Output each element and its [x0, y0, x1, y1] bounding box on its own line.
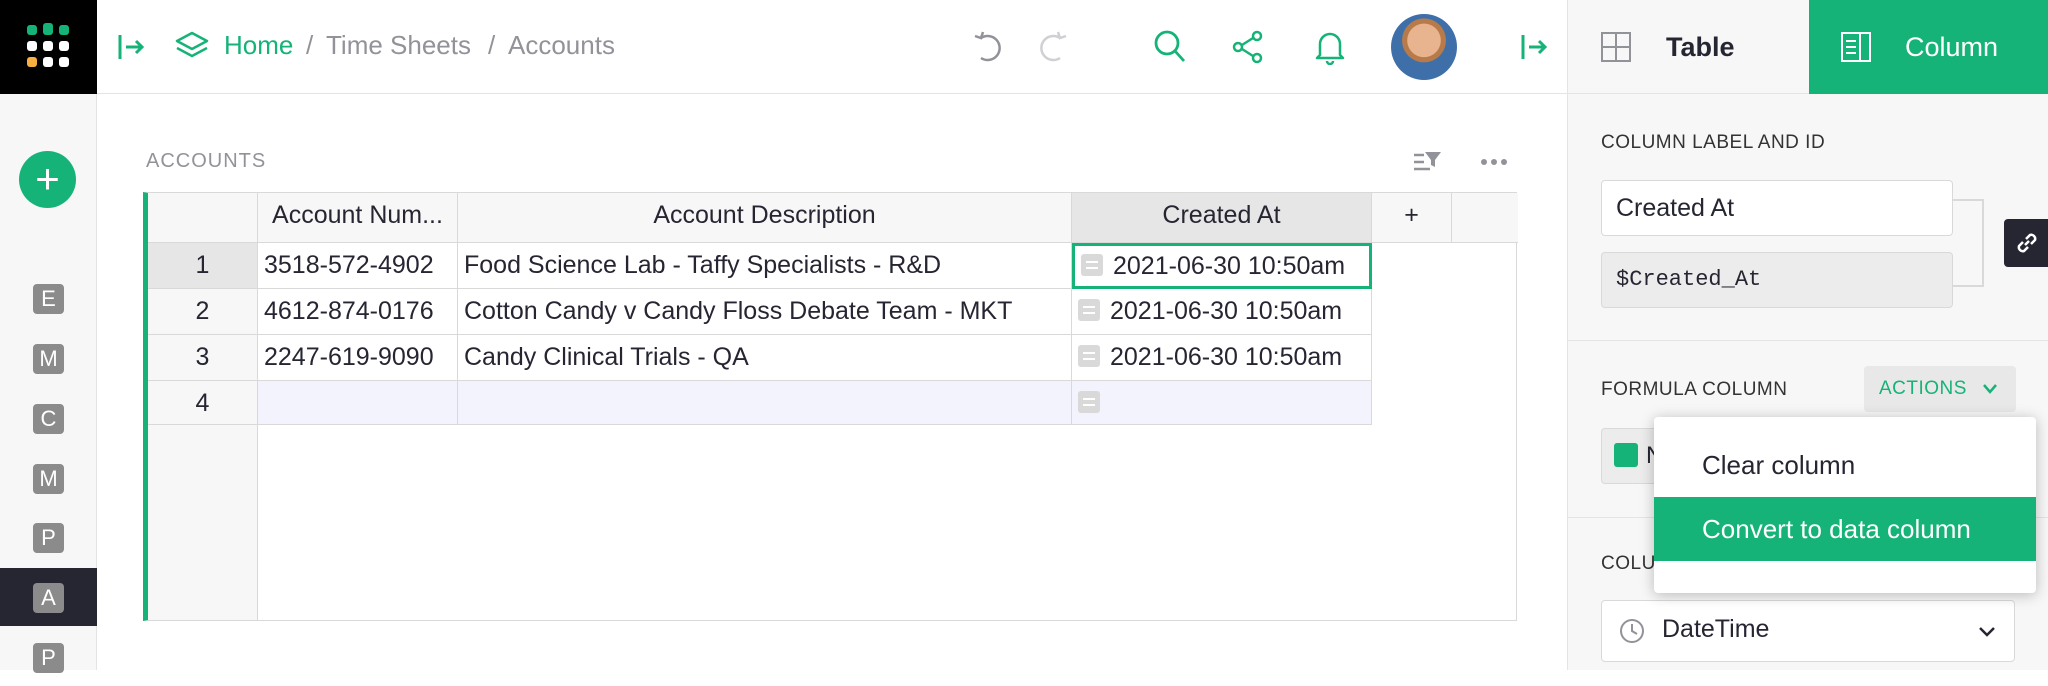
redo-icon[interactable]	[1035, 30, 1069, 64]
page-initial: A	[33, 583, 64, 613]
column-header-account-description[interactable]: Account Description	[458, 193, 1072, 243]
link-icon	[2017, 233, 2037, 253]
grid-corner[interactable]	[148, 193, 258, 243]
column-label-input[interactable]: Created At	[1601, 180, 1953, 236]
cell-account-num[interactable]: 4612-874-0176	[258, 289, 458, 335]
left-rail: + E M C M P A P	[0, 0, 97, 673]
breadcrumb-separator: /	[306, 30, 314, 60]
row-gutter	[148, 425, 258, 620]
chevron-down-icon	[1979, 627, 1995, 637]
rail-page-m2[interactable]: M	[0, 449, 97, 507]
rail-page-e[interactable]: E	[0, 269, 97, 327]
cell-value: 2021-06-30 10:50am	[1110, 343, 1343, 371]
new-row-cell[interactable]	[258, 381, 458, 425]
notifications-bell-icon[interactable]	[1314, 29, 1346, 65]
cell-value: 2021-06-30 10:50am	[1113, 252, 1346, 280]
menu-item-convert-to-data-column[interactable]: Convert to data column	[1654, 497, 2036, 561]
row-number[interactable]: 2	[148, 289, 258, 335]
cell-value: 2021-06-30 10:50am	[1110, 297, 1343, 325]
section-title: ACCOUNTS	[146, 150, 267, 172]
breadcrumb-home[interactable]: Home	[224, 30, 293, 61]
column-type-value: DateTime	[1662, 615, 1770, 643]
cell-created-at-selected[interactable]: 2021-06-30 10:50am	[1072, 243, 1372, 289]
formula-column-heading: FORMULA COLUMN	[1601, 379, 1788, 400]
page-initial: E	[33, 284, 64, 314]
breadcrumb-document[interactable]: Time Sheets	[326, 30, 471, 61]
rail-page-p2[interactable]: P	[0, 628, 97, 686]
tab-column[interactable]: Column	[1809, 0, 2048, 94]
collapse-right-panel-icon[interactable]	[1520, 33, 1548, 61]
tab-table[interactable]: Table	[1568, 0, 1809, 94]
actions-dropdown[interactable]: ACTIONS	[1864, 366, 2016, 412]
row-number[interactable]: 1	[148, 243, 258, 289]
column-header-created-at[interactable]: Created At	[1072, 193, 1372, 243]
rail-page-p[interactable]: P	[0, 508, 97, 566]
clock-icon	[1620, 619, 1644, 643]
actions-menu: Clear column Convert to data column	[1654, 417, 2036, 593]
add-new-button[interactable]: +	[19, 151, 76, 208]
formula-icon	[1081, 254, 1103, 277]
rail-page-m[interactable]: M	[0, 329, 97, 387]
app-logo[interactable]	[0, 0, 97, 94]
column-id-input[interactable]: $Created_At	[1601, 252, 1953, 308]
new-row-cell[interactable]	[1072, 381, 1372, 425]
column-label-heading: COLUMN LABEL AND ID	[1601, 132, 1826, 153]
more-options-icon[interactable]	[1480, 158, 1508, 166]
formula-icon	[1078, 345, 1100, 368]
column-type-heading: COLU	[1601, 553, 1656, 574]
share-icon[interactable]	[1231, 30, 1265, 64]
row-number[interactable]: 4	[148, 381, 258, 425]
cell-account-description[interactable]: Food Science Lab - Taffy Specialists - R…	[458, 243, 1072, 289]
undo-icon[interactable]	[972, 30, 1006, 64]
search-icon[interactable]	[1153, 29, 1187, 65]
cell-account-num[interactable]: 2247-619-9090	[258, 335, 458, 381]
formula-icon	[1078, 299, 1100, 322]
formula-icon	[1614, 443, 1638, 467]
cell-account-description[interactable]: Cotton Candy v Candy Floss Debate Team -…	[458, 289, 1072, 335]
column-header-account-num[interactable]: Account Num...	[258, 193, 458, 243]
column-icon	[1841, 32, 1871, 62]
cell-created-at[interactable]: 2021-06-30 10:50am	[1072, 335, 1372, 381]
row-number[interactable]: 3	[148, 335, 258, 381]
collapse-panel-icon[interactable]	[117, 33, 145, 61]
user-avatar[interactable]	[1391, 14, 1457, 80]
breadcrumb-separator: /	[488, 30, 496, 60]
column-type-select[interactable]: DateTime	[1601, 600, 2015, 662]
layers-icon	[175, 31, 209, 58]
menu-item-clear-column[interactable]: Clear column	[1654, 433, 2036, 497]
new-row-cell[interactable]	[458, 381, 1072, 425]
actions-label: ACTIONS	[1879, 378, 1967, 399]
cell-account-num[interactable]: 3518-572-4902	[258, 243, 458, 289]
rail-page-a[interactable]: A	[0, 568, 97, 626]
chevron-down-icon	[1983, 384, 1997, 394]
table-icon	[1601, 32, 1631, 62]
page-initial: M	[33, 464, 64, 494]
header-filler	[1452, 193, 1518, 243]
add-column-button[interactable]: +	[1372, 193, 1452, 243]
divider	[1568, 340, 2048, 341]
top-bar: Home / Time Sheets / Accounts	[97, 0, 1567, 94]
link-toggle-button[interactable]	[2004, 219, 2048, 267]
data-grid: Account Num... Account Description Creat…	[143, 192, 1518, 621]
page-initial: C	[33, 404, 64, 434]
tab-table-label: Table	[1666, 32, 1735, 62]
page-initial: P	[33, 523, 64, 553]
cell-created-at[interactable]: 2021-06-30 10:50am	[1072, 289, 1372, 335]
formula-icon	[1078, 391, 1100, 414]
cell-account-description[interactable]: Candy Clinical Trials - QA	[458, 335, 1072, 381]
page-initial: M	[33, 344, 64, 374]
page-initial: P	[33, 643, 64, 673]
link-connector	[1953, 199, 1984, 287]
tab-column-label: Column	[1905, 32, 1999, 62]
rail-page-c[interactable]: C	[0, 389, 97, 447]
sort-filter-icon[interactable]	[1412, 150, 1442, 176]
breadcrumb-page: Accounts	[508, 30, 615, 60]
